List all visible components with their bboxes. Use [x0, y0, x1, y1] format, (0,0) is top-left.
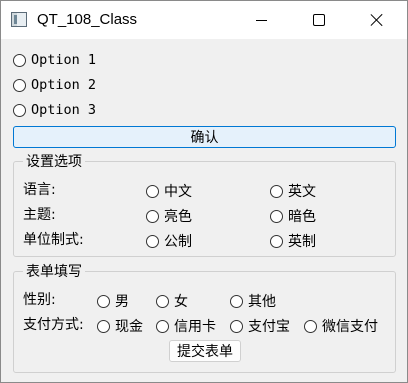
- minimize-button[interactable]: [238, 1, 284, 39]
- radio-indicator: [270, 184, 283, 198]
- radio-indicator: [146, 234, 159, 248]
- radio-language-chinese[interactable]: 中文: [146, 181, 192, 201]
- radio-indicator: [270, 234, 283, 248]
- radio-label: Option 1: [31, 52, 97, 68]
- radio-indicator: [230, 319, 243, 333]
- radio-label: 中文: [164, 184, 192, 200]
- confirm-button[interactable]: 确认: [13, 126, 396, 148]
- app-window: QT_108_Class Option 1 Option 2 Option 3 …: [0, 0, 408, 383]
- radio-indicator: [13, 103, 26, 117]
- language-label: 语言:: [23, 182, 56, 198]
- settings-group-title: 设置选项: [23, 151, 85, 171]
- radio-indicator: [270, 209, 283, 223]
- close-button[interactable]: [354, 1, 400, 39]
- radio-payment-wechat[interactable]: 微信支付: [304, 316, 378, 336]
- radio-indicator: [146, 209, 159, 223]
- app-icon: [11, 12, 27, 27]
- radio-gender-male[interactable]: 男: [97, 291, 129, 311]
- radio-gender-other[interactable]: 其他: [230, 291, 276, 311]
- window-title: QT_108_Class: [37, 11, 138, 28]
- radio-payment-cash[interactable]: 现金: [97, 316, 143, 336]
- radio-units-imperial[interactable]: 英制: [270, 231, 316, 251]
- maximize-icon: [313, 14, 325, 26]
- radio-indicator: [13, 78, 26, 92]
- radio-label: 女: [174, 294, 188, 310]
- radio-label: 男: [115, 294, 129, 310]
- radio-label: Option 3: [31, 102, 97, 118]
- radio-indicator: [230, 294, 243, 308]
- radio-label: 亮色: [164, 209, 192, 225]
- radio-option-2[interactable]: Option 2: [13, 77, 96, 93]
- radio-label: Option 2: [31, 77, 97, 93]
- radio-units-metric[interactable]: 公制: [146, 231, 192, 251]
- radio-label: 暗色: [288, 209, 316, 225]
- units-label: 单位制式:: [23, 232, 84, 248]
- radio-indicator: [13, 53, 26, 67]
- radio-payment-alipay[interactable]: 支付宝: [230, 316, 290, 336]
- form-group-title: 表单填写: [23, 261, 85, 281]
- radio-label: 支付宝: [248, 319, 290, 335]
- minimize-icon: [255, 19, 267, 21]
- submit-form-button[interactable]: 提交表单: [169, 340, 241, 362]
- radio-option-1[interactable]: Option 1: [13, 52, 96, 68]
- payment-label: 支付方式:: [23, 317, 84, 333]
- theme-label: 主题:: [23, 207, 56, 223]
- maximize-button[interactable]: [296, 1, 342, 39]
- radio-indicator: [146, 184, 159, 198]
- radio-language-english[interactable]: 英文: [270, 181, 316, 201]
- title-bar[interactable]: QT_108_Class: [1, 1, 407, 39]
- radio-indicator: [97, 319, 110, 333]
- radio-label: 信用卡: [174, 319, 216, 335]
- radio-label: 公制: [164, 234, 192, 250]
- radio-gender-female[interactable]: 女: [156, 291, 188, 311]
- radio-label: 微信支付: [322, 319, 378, 335]
- radio-label: 英文: [288, 184, 316, 200]
- radio-theme-dark[interactable]: 暗色: [270, 206, 316, 226]
- radio-indicator: [156, 319, 169, 333]
- gender-label: 性别:: [23, 292, 56, 308]
- radio-indicator: [97, 294, 110, 308]
- radio-indicator: [156, 294, 169, 308]
- radio-payment-credit-card[interactable]: 信用卡: [156, 316, 216, 336]
- radio-option-3[interactable]: Option 3: [13, 102, 96, 118]
- close-icon: [370, 13, 384, 27]
- radio-theme-light[interactable]: 亮色: [146, 206, 192, 226]
- radio-indicator: [304, 319, 317, 333]
- radio-label: 其他: [248, 294, 276, 310]
- radio-label: 现金: [115, 319, 143, 335]
- radio-label: 英制: [288, 234, 316, 250]
